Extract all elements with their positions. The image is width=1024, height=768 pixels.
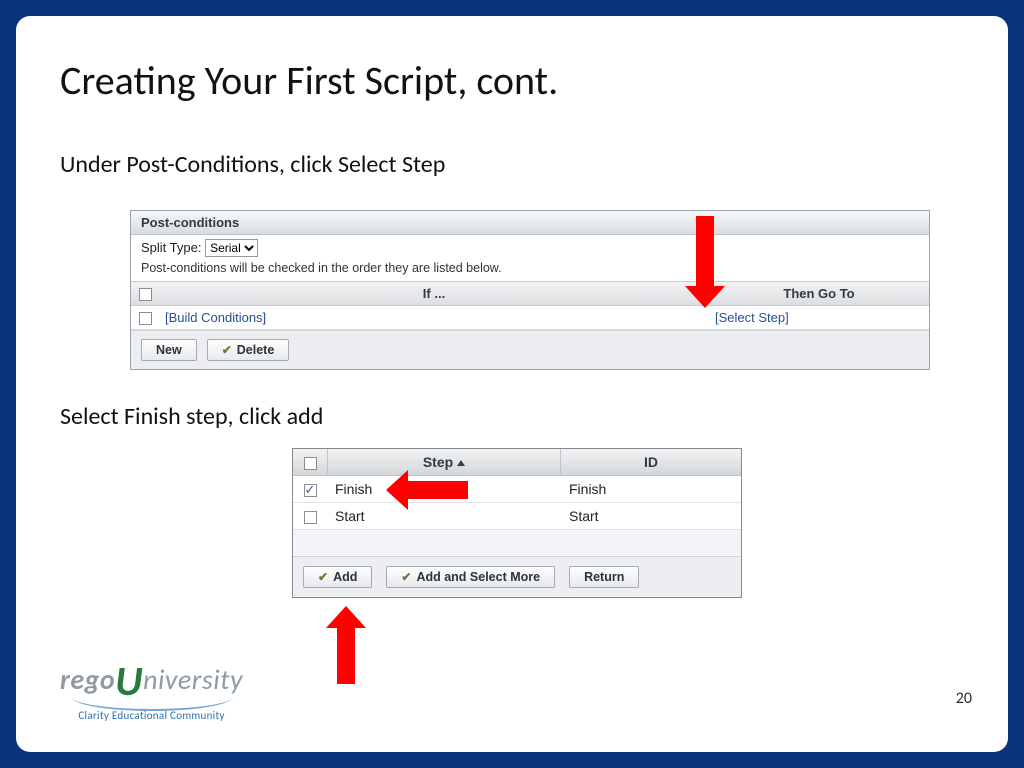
post-conditions-header: Post-conditions [131,211,929,235]
post-conditions-footer: New ✔Delete [131,330,929,369]
col-id[interactable]: ID [561,449,741,475]
sort-asc-icon [457,460,465,466]
step-spacer [293,530,741,556]
return-button[interactable]: Return [569,566,639,588]
step-row-start[interactable]: Start Start [293,503,741,530]
arrow-to-finish-row [408,481,468,499]
instruction-2: Select Finish step, click add [60,402,323,431]
step-select-panel: Step ID Finish Finish Start Start ✔Add ✔… [292,448,742,598]
cell-step-start: Start [327,503,561,529]
logo-tagline: Clarity Educational Community [60,709,243,722]
instruction-1: Under Post-Conditions, click Select Step [60,150,445,179]
delete-button[interactable]: ✔Delete [207,339,290,361]
row-checkbox[interactable] [139,312,152,325]
step-row-finish[interactable]: Finish Finish [293,476,741,503]
slide-card: Creating Your First Script, cont. Under … [16,16,1008,752]
post-conditions-columns: If ... Then Go To [131,281,929,306]
check-icon: ✔ [401,570,411,584]
arrow-to-add-button [337,628,355,684]
build-conditions-link[interactable]: [Build Conditions] [165,310,266,325]
step-footer: ✔Add ✔Add and Select More Return [293,556,741,597]
post-conditions-note: Post-conditions will be checked in the o… [131,261,929,281]
add-and-select-more-button[interactable]: ✔Add and Select More [386,566,555,588]
split-type-row: Split Type: Serial [131,235,929,261]
add-button[interactable]: ✔Add [303,566,372,588]
logo-part-rego: rego [60,662,115,697]
cell-id-start: Start [561,503,741,529]
split-type-label: Split Type: [141,240,201,255]
post-conditions-panel: Post-conditions Split Type: Serial Post-… [130,210,930,370]
step-columns: Step ID [293,449,741,476]
page-number: 20 [956,689,972,708]
select-step-link[interactable]: [Select Step] [715,310,789,325]
rego-university-logo: regoUniversity Clarity Educational Commu… [60,650,243,722]
logo-part-u: U [115,656,143,707]
condition-row: [Build Conditions] [Select Step] [131,306,929,330]
cell-id-finish: Finish [561,476,741,502]
new-button[interactable]: New [141,339,197,361]
step-select-all-checkbox[interactable] [304,457,317,470]
split-type-select[interactable]: Serial [205,239,258,257]
slide-title: Creating Your First Script, cont. [60,56,558,105]
col-if[interactable]: If ... [159,282,709,305]
col-then[interactable]: Then Go To [709,282,929,305]
select-all-checkbox[interactable] [139,288,152,301]
arrow-to-select-step [696,216,714,288]
logo-part-niversity: niversity [143,662,243,697]
col-step[interactable]: Step [327,449,561,475]
row-checkbox-start[interactable] [304,511,317,524]
check-icon: ✔ [222,343,232,357]
check-icon: ✔ [318,570,328,584]
row-checkbox-finish[interactable] [304,484,317,497]
